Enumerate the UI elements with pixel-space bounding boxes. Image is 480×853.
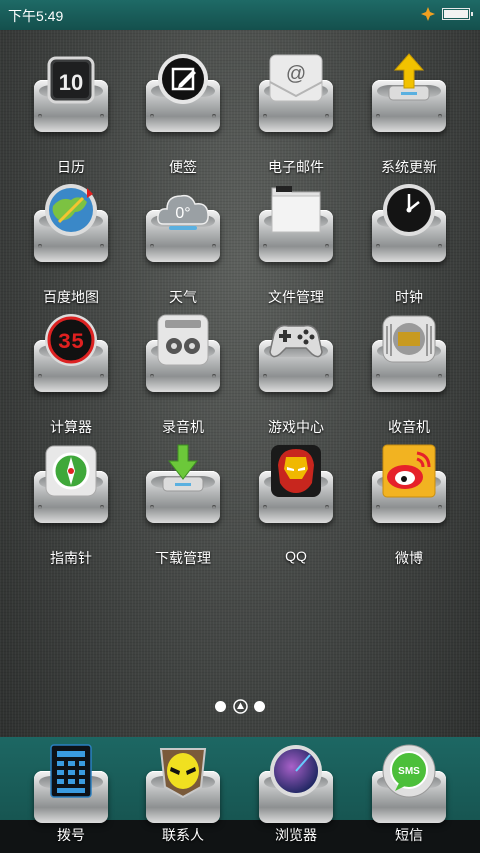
dock-app-dialer[interactable]: 拨号 <box>16 737 126 853</box>
app-label: 联系人 <box>162 827 204 843</box>
app-recorder[interactable]: 录音机 <box>128 312 238 435</box>
page-dot[interactable] <box>215 701 226 712</box>
browser-globe-icon <box>270 745 322 797</box>
app-label: 游戏中心 <box>268 419 324 435</box>
app-compass[interactable]: 指南针 <box>16 443 126 566</box>
app-label: 浏览器 <box>275 827 317 843</box>
app-label: 收音机 <box>388 419 430 435</box>
system-update-icon <box>388 53 430 101</box>
app-label: 计算器 <box>50 419 92 435</box>
app-label: QQ <box>285 548 307 564</box>
app-email[interactable]: @ 电子邮件 <box>241 52 351 175</box>
app-tile: 10 <box>34 52 108 138</box>
app-label: 指南针 <box>50 550 92 566</box>
gamepad-icon <box>269 324 323 358</box>
email-icon: @ <box>269 54 323 102</box>
battery-level <box>444 10 468 18</box>
app-label: 百度地图 <box>43 289 99 305</box>
dialpad-icon <box>50 744 92 798</box>
email-at: @ <box>286 63 306 85</box>
dock: 拨号 联系人 浏览器 SMS 短信 <box>0 737 480 853</box>
app-label: 拨号 <box>57 827 85 843</box>
app-label: 文件管理 <box>268 289 324 305</box>
app-file-manager[interactable]: 文件管理 <box>241 182 351 305</box>
app-label: 日历 <box>57 159 85 175</box>
status-bar: 下午5:49 <box>0 0 480 30</box>
page-indicator[interactable] <box>212 699 272 714</box>
notification-star-icon <box>421 7 435 21</box>
app-baidu-map[interactable]: 百度地图 <box>16 182 126 305</box>
calendar-icon: 10 <box>47 56 95 104</box>
battery-icon <box>442 8 473 20</box>
clock-icon <box>383 184 435 236</box>
calendar-day: 10 <box>59 70 83 95</box>
app-label: 时钟 <box>395 289 423 305</box>
calculator-icon: 35 <box>45 314 97 366</box>
status-time: 下午5:49 <box>8 8 64 24</box>
sms-text: SMS <box>398 766 420 777</box>
app-label: 录音机 <box>162 419 204 435</box>
calculator-digits: 35 <box>58 330 84 355</box>
app-label: 微博 <box>395 550 423 566</box>
weather-cloud-icon: 0° <box>157 194 209 230</box>
page-dot[interactable] <box>254 701 265 712</box>
folder-icon <box>271 186 321 233</box>
app-qq[interactable]: QQ <box>241 443 351 564</box>
weibo-icon <box>382 444 436 498</box>
compass-icon <box>45 445 97 497</box>
dock-app-sms[interactable]: SMS 短信 <box>354 737 464 853</box>
dock-app-contacts[interactable]: 联系人 <box>128 737 238 853</box>
app-label: 系统更新 <box>381 159 437 175</box>
dock-app-browser[interactable]: 浏览器 <box>241 737 351 853</box>
app-weather[interactable]: 0° 天气 <box>128 182 238 305</box>
recorder-icon <box>157 314 209 366</box>
download-icon <box>162 444 204 492</box>
app-notes[interactable]: 便签 <box>128 52 238 175</box>
notes-icon <box>158 54 208 104</box>
app-calculator[interactable]: 35 计算器 <box>16 312 126 435</box>
app-label: 天气 <box>169 289 197 305</box>
sms-bubble-icon: SMS <box>382 744 436 798</box>
app-radio[interactable]: 收音机 <box>354 312 464 435</box>
home-page-icon[interactable] <box>233 699 248 714</box>
app-weibo[interactable]: 微博 <box>354 443 464 566</box>
app-clock[interactable]: 时钟 <box>354 182 464 305</box>
app-download-manager[interactable]: 下载管理 <box>128 443 238 566</box>
app-calendar[interactable]: 10 日历 <box>16 52 126 175</box>
radio-icon <box>382 315 436 363</box>
app-label: 便签 <box>169 159 197 175</box>
app-label: 电子邮件 <box>268 159 324 175</box>
ironman-mask-icon <box>271 445 321 497</box>
weather-temp: 0° <box>175 205 190 222</box>
map-icon <box>45 184 97 236</box>
alien-contact-icon <box>159 748 207 799</box>
app-label: 下载管理 <box>155 550 211 566</box>
app-system-update[interactable]: 系统更新 <box>354 52 464 175</box>
app-label: 短信 <box>395 827 423 843</box>
app-game-center[interactable]: 游戏中心 <box>241 312 351 435</box>
